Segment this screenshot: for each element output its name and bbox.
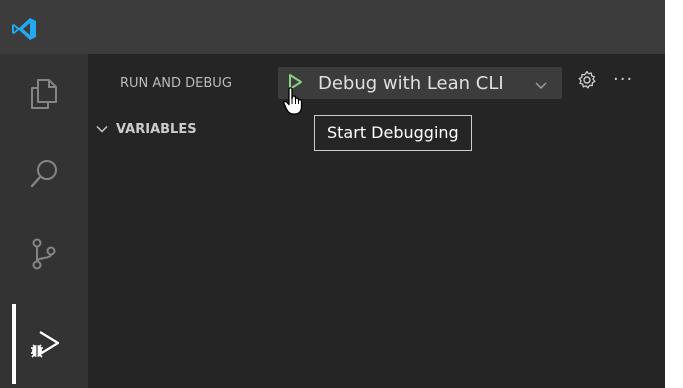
more-actions-button[interactable]: ··· xyxy=(613,68,643,92)
title-bar xyxy=(0,0,665,54)
debug-configuration-label: Debug with Lean CLI xyxy=(318,73,504,94)
source-control-icon xyxy=(29,237,59,271)
vscode-window: RUN AND DEBUG Debug with Lean CLI ··· VA… xyxy=(0,0,665,388)
chevron-down-icon xyxy=(534,77,548,89)
activity-item-source-control[interactable] xyxy=(0,214,88,294)
run-debug-sidebar: RUN AND DEBUG Debug with Lean CLI ··· VA… xyxy=(88,54,665,388)
view-title: RUN AND DEBUG xyxy=(120,76,232,91)
gear-icon xyxy=(577,70,597,94)
activity-item-explorer[interactable] xyxy=(0,54,88,134)
files-icon xyxy=(29,78,59,110)
variables-section-header[interactable]: VARIABLES xyxy=(94,118,294,140)
activity-item-search[interactable] xyxy=(0,134,88,214)
hand-pointer-cursor-icon xyxy=(282,86,308,118)
activity-bar xyxy=(0,54,88,388)
search-icon xyxy=(29,158,59,190)
start-debugging-tooltip: Start Debugging xyxy=(314,115,472,151)
vscode-logo-icon xyxy=(10,15,38,43)
run-debug-icon xyxy=(26,326,62,362)
debug-view-header: RUN AND DEBUG Debug with Lean CLI ··· xyxy=(88,64,665,104)
debug-configuration-select[interactable]: Debug with Lean CLI xyxy=(278,67,562,99)
window-edge xyxy=(665,0,683,388)
activity-item-run-debug[interactable] xyxy=(0,304,88,384)
open-launch-json-button[interactable] xyxy=(575,70,599,94)
variables-section-title: VARIABLES xyxy=(116,121,197,137)
chevron-down-icon xyxy=(94,121,110,137)
active-indicator xyxy=(12,304,16,384)
